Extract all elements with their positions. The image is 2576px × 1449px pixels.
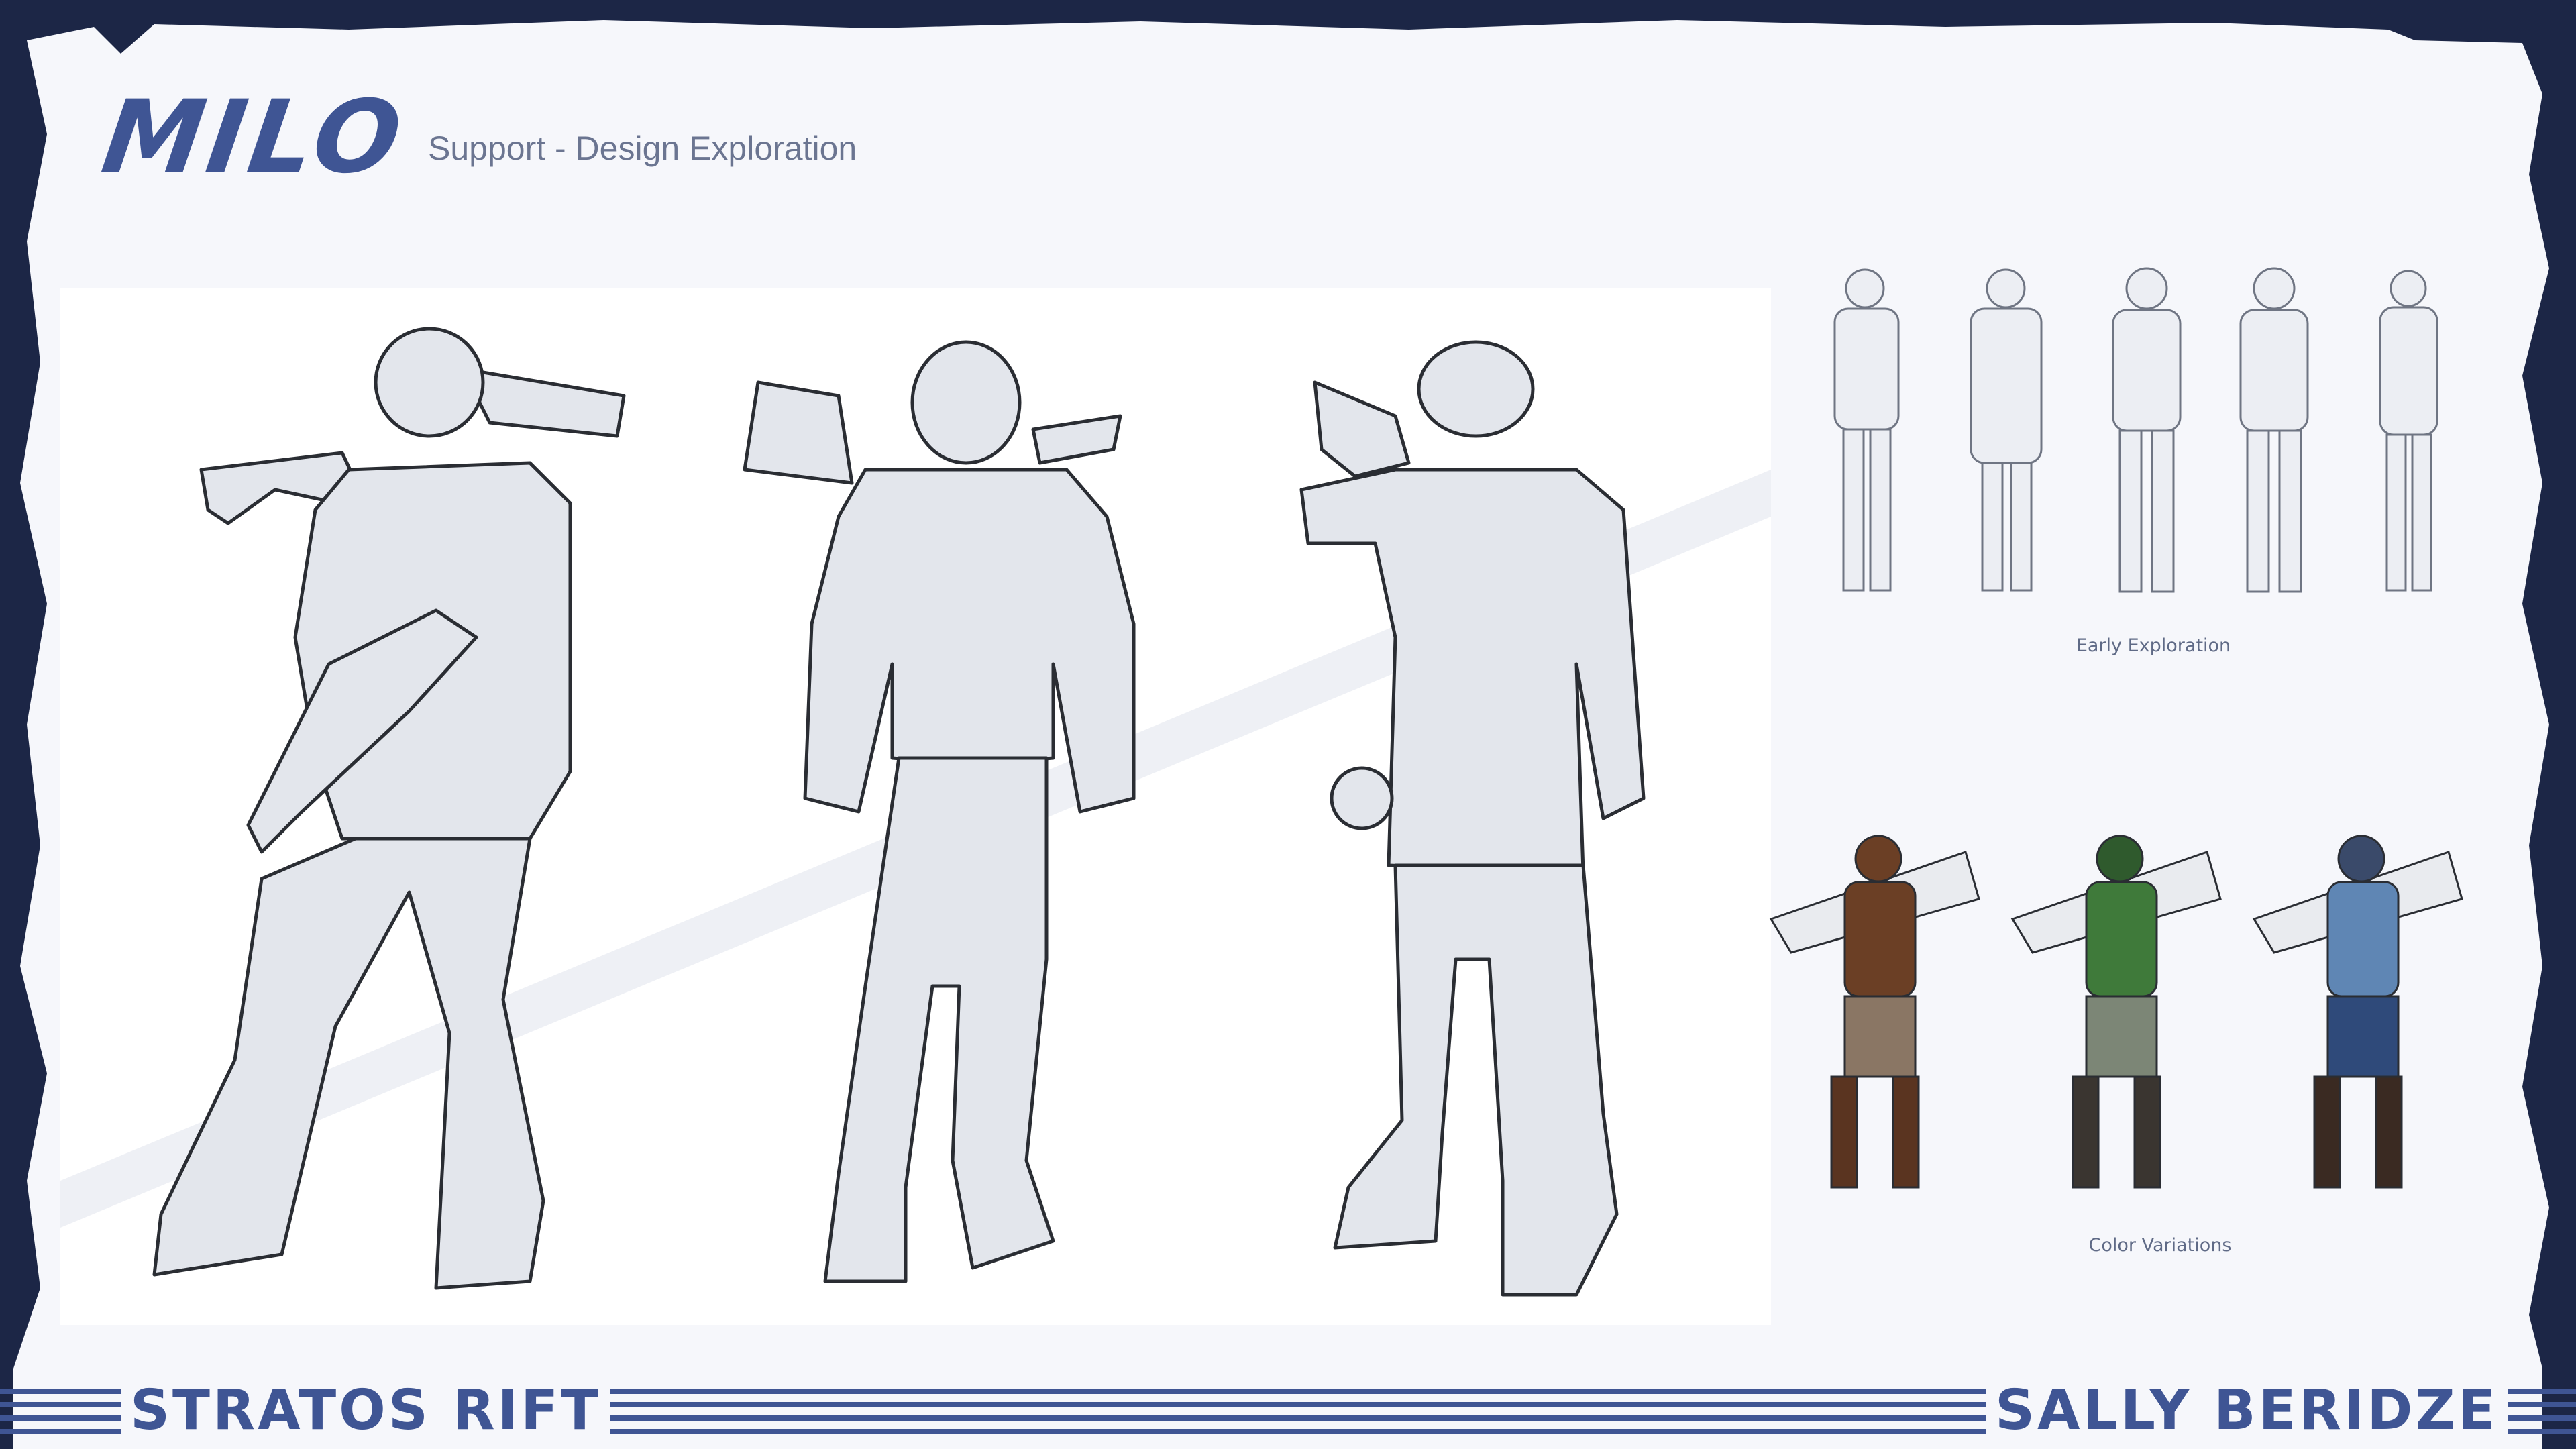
early-exploration-sketches bbox=[1833, 267, 2438, 593]
color-variant-brown bbox=[1769, 835, 1980, 1189]
early-sketch-3 bbox=[2112, 267, 2182, 593]
page-subtitle: Support - Design Exploration bbox=[428, 129, 857, 167]
color-variant-green bbox=[2010, 835, 2222, 1189]
color-variations-caption: Color Variations bbox=[2088, 1235, 2232, 1256]
sketch-figure-3 bbox=[1299, 340, 1646, 1297]
early-exploration-caption: Early Exploration bbox=[2076, 635, 2231, 656]
main-sketch-panel bbox=[60, 288, 1771, 1325]
early-sketch-1 bbox=[1833, 268, 1900, 592]
sketch-figure-1 bbox=[152, 327, 626, 1290]
early-sketch-5 bbox=[2379, 270, 2438, 592]
footer-brand-left: STRATOS RIFT bbox=[121, 1383, 611, 1438]
color-variant-blue bbox=[2252, 835, 2463, 1189]
sketch-figure-2 bbox=[743, 340, 1136, 1283]
page-title: MILO bbox=[95, 79, 413, 196]
early-sketch-2 bbox=[1970, 268, 2043, 592]
early-sketch-4 bbox=[2239, 267, 2309, 593]
footer-brand-right: SALLY BERIDZE bbox=[1986, 1383, 2508, 1438]
color-variations bbox=[1769, 835, 2463, 1189]
